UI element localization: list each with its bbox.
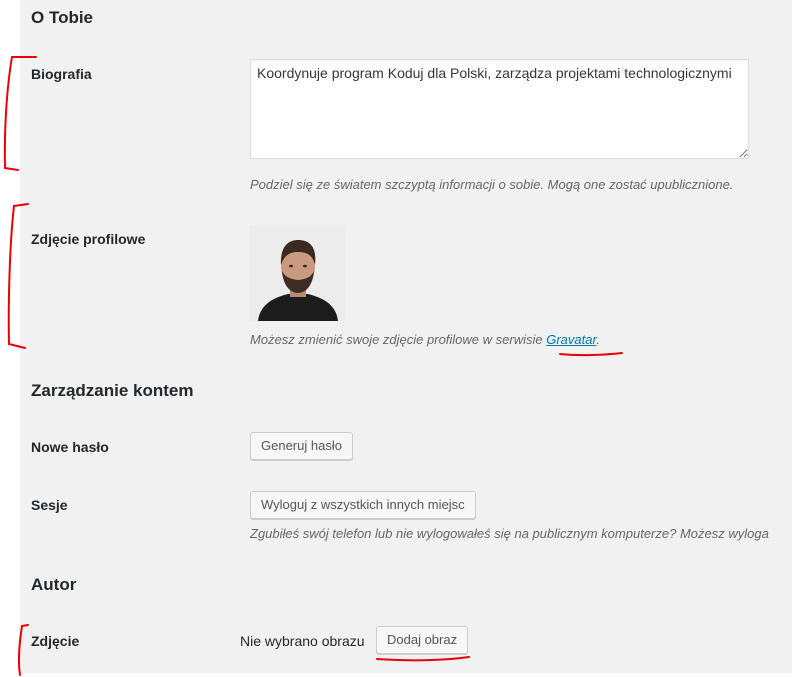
new-password-label: Nowe hasło [31,439,109,455]
logout-everywhere-button[interactable]: Wyloguj z wszystkich innych miejsc [250,491,476,519]
bio-textarea[interactable]: Koordynuje program Koduj dla Polski, zar… [250,59,749,159]
profile-photo-label: Zdjęcie profilowe [31,231,146,247]
bio-label: Biografia [31,66,92,82]
sessions-label: Sesje [31,497,68,513]
profile-photo-description-text: Możesz zmienić swoje zdjęcie profilowe w… [250,332,547,347]
author-photo-label: Zdjęcie [31,633,80,649]
profile-avatar-image [250,225,346,321]
sessions-description: Zgubiłeś swój telefon lub nie wylogowałe… [250,526,769,541]
profile-photo-description-end: . [596,332,600,347]
profile-photo-description: Możesz zmienić swoje zdjęcie profilowe w… [250,332,600,347]
gravatar-link[interactable]: Gravatar [546,332,596,347]
add-image-button[interactable]: Dodaj obraz [376,626,469,654]
section-heading-account: Zarządzanie kontem [31,381,194,400]
generate-password-button[interactable]: Generuj hasło [250,432,353,460]
profile-avatar [250,225,346,321]
section-heading-about: O Tobie [31,8,94,27]
bio-description: Podziel się ze światem szczyptą informac… [250,177,734,192]
section-heading-author: Autor [31,575,77,594]
no-image-text: Nie wybrano obrazu [240,633,365,649]
